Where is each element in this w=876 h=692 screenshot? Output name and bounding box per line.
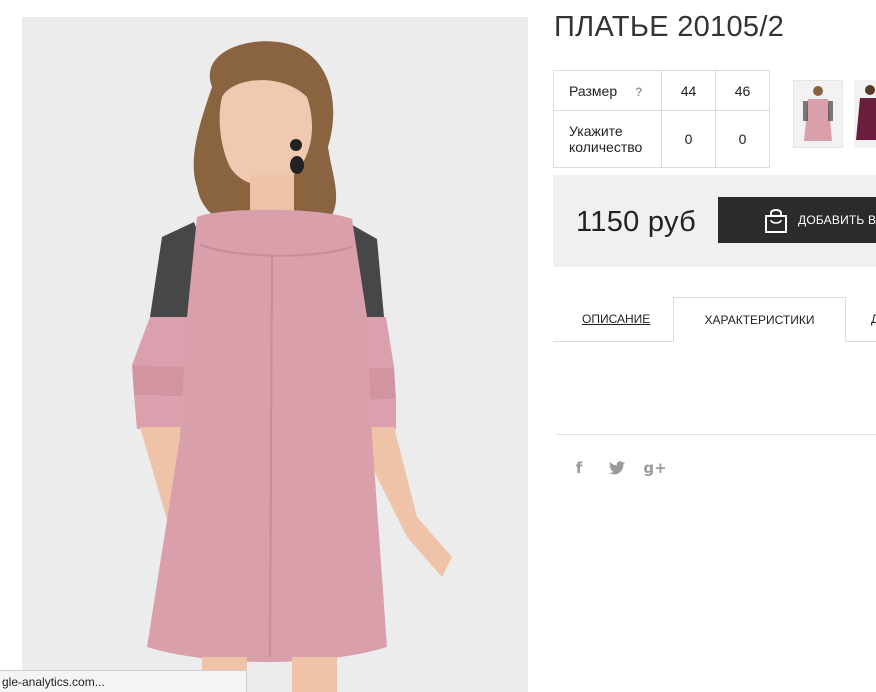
twitter-icon[interactable] (609, 458, 625, 478)
price-bar: 1150 руб ДОБАВИТЬ В (553, 175, 876, 267)
quantity-label-line1: Укажите (569, 123, 623, 139)
google-plus-icon[interactable]: g+ (643, 458, 666, 478)
browser-status-bar: gle-analytics.com... (0, 670, 247, 692)
tab-description[interactable]: ОПИСАНИЕ (582, 297, 650, 342)
quantity-label-cell: Укажите количество (553, 110, 662, 168)
dress-model-image (22, 17, 528, 692)
thumbnail-pink[interactable] (793, 80, 843, 148)
add-to-cart-label: ДОБАВИТЬ В (798, 213, 876, 227)
quantity-label-line2: количество (569, 139, 643, 155)
facebook-icon[interactable]: f (571, 458, 587, 478)
tab-characteristics[interactable]: ХАРАКТЕРИСТИКИ (673, 297, 846, 342)
thumbnail-pink-image (794, 81, 842, 147)
shopping-bag-icon (765, 209, 787, 233)
size-label: Размер (569, 82, 618, 99)
add-to-cart-button[interactable]: ДОБАВИТЬ В (718, 197, 876, 243)
size-row: Размер? 44 46 (553, 70, 770, 111)
product-price: 1150 руб (576, 206, 697, 238)
product-title: ПЛАТЬЕ 20105/2 (554, 11, 785, 43)
thumbnail-burgundy-image (854, 80, 876, 148)
thumbnail-burgundy[interactable] (854, 80, 876, 148)
size-label-cell: Размер? (553, 70, 662, 111)
help-icon[interactable]: ? (635, 85, 642, 99)
product-tabs: ОПИСАНИЕ ХАРАКТЕРИСТИКИ Д (553, 297, 876, 342)
quantity-input-44[interactable]: 0 (661, 110, 716, 168)
quantity-input-46[interactable]: 0 (715, 110, 770, 168)
quantity-row: Укажите количество 0 0 (553, 110, 770, 168)
social-share: f g+ (571, 458, 667, 478)
product-photo[interactable] (22, 17, 528, 692)
size-table: Размер? 44 46 Укажите количество 0 0 (553, 70, 770, 168)
content-divider (556, 434, 876, 435)
tab-delivery[interactable]: Д (871, 297, 876, 342)
size-46: 46 (715, 70, 770, 111)
size-44: 44 (661, 70, 716, 111)
